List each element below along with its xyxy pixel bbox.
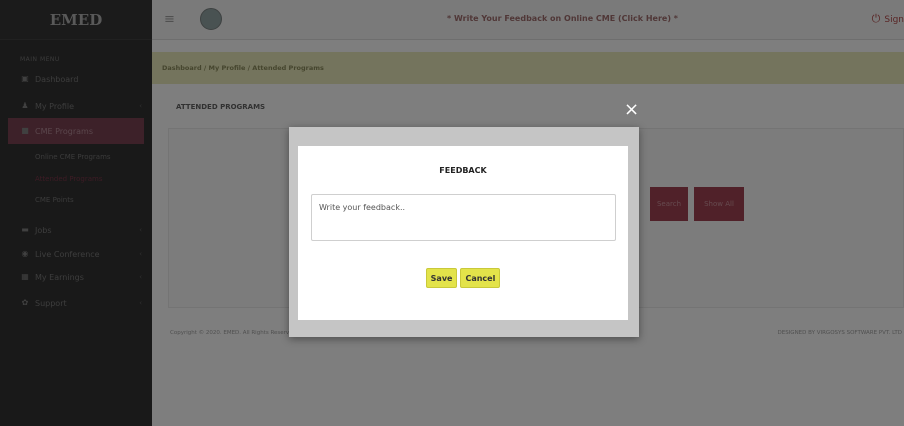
modal-actions: Save Cancel: [298, 268, 628, 288]
save-button[interactable]: Save: [425, 268, 458, 288]
close-icon[interactable]: ×: [624, 100, 639, 120]
feedback-modal: FEEDBACK Save Cancel: [298, 146, 628, 320]
cancel-button[interactable]: Cancel: [460, 268, 501, 288]
modal-title: FEEDBACK: [439, 166, 487, 175]
feedback-textarea[interactable]: [311, 194, 616, 241]
